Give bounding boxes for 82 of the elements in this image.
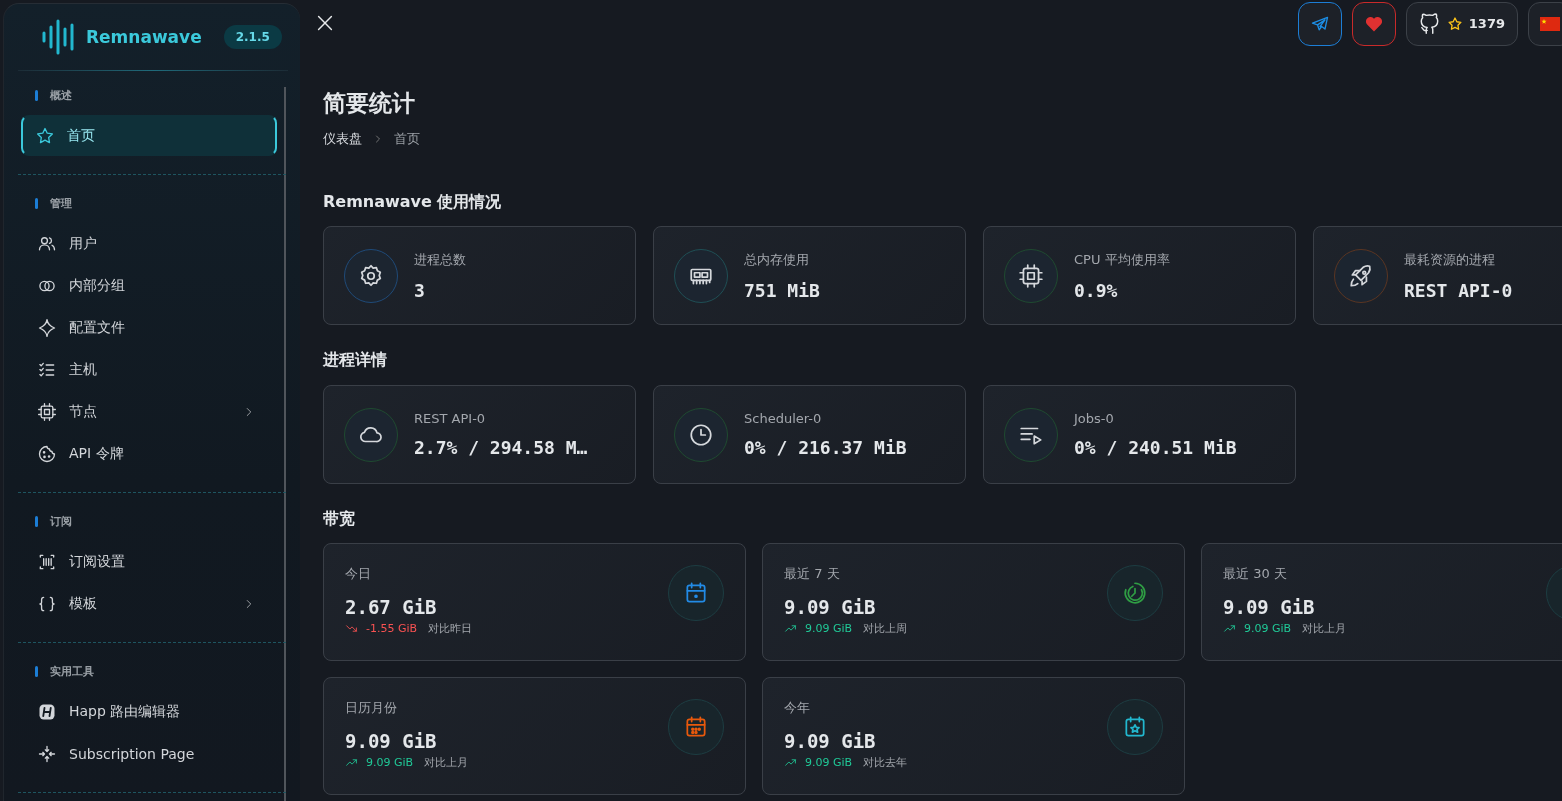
calendar-icon (683, 714, 709, 740)
stat-value: 0.9% (1074, 279, 1119, 301)
stat-value: 751 MiB (744, 279, 820, 301)
stat-label: 进程总数 (414, 250, 466, 269)
change-value: -1.55 GiB (366, 622, 418, 635)
comparison-label: 对比上月 (424, 755, 469, 770)
stat-value: REST API-0 (1404, 279, 1513, 301)
star-icon (1446, 15, 1463, 32)
stat-value: 3 (414, 279, 426, 301)
stat-label: 总内存使用 (744, 250, 810, 269)
traffic-value: 9.09 GiB (784, 596, 877, 618)
nav-item[interactable]: Subscription Page (18, 733, 274, 774)
section-heading: 订阅 (50, 513, 72, 529)
stat-label: Jobs-0 (1074, 411, 1115, 426)
nav-item[interactable]: 节点 (18, 391, 274, 432)
stat-label: 最耗资源的进程 (1404, 250, 1496, 269)
app-name: Remnawave (86, 27, 202, 47)
trend-up-icon (1223, 622, 1236, 635)
breadcrumb-current: 首页 (394, 130, 420, 148)
nav-item[interactable]: Happ 路由编辑器 (18, 691, 274, 732)
nav-item[interactable]: 内部分组 (18, 265, 274, 306)
period-label: 最近 7 天 (784, 565, 841, 583)
paper-plane-button[interactable] (1297, 1, 1342, 46)
stat-label: Scheduler-0 (744, 411, 823, 426)
clock-icon (688, 421, 714, 448)
traffic-value: 2.67 GiB (345, 596, 438, 618)
traffic-value: 9.09 GiB (1223, 596, 1316, 618)
section-heading: 管理 (50, 195, 72, 211)
arrows-icon (37, 743, 57, 764)
stat-value: 0% / 240.51 MiB (1074, 437, 1237, 458)
stat-value: 2.7% / 294.58 M… (414, 437, 588, 458)
traffic-value: 9.09 GiB (345, 730, 438, 752)
flag-icon (1540, 16, 1560, 31)
heart-button[interactable] (1351, 1, 1396, 46)
nav-item[interactable]: API 令牌 (18, 433, 274, 474)
version-badge: 2.1.5 (223, 25, 282, 49)
comparison-label: 对比昨日 (428, 621, 473, 636)
change-value: 9.09 GiB (1244, 622, 1292, 635)
chip-icon (1018, 262, 1044, 289)
period-label: 今日 (345, 565, 372, 583)
calendar-icon (683, 580, 709, 606)
section-heading: 实用工具 (50, 663, 94, 679)
comparison-label: 对比上周 (863, 621, 908, 636)
nav-item[interactable]: 模板 (18, 583, 274, 624)
comparison-label: 对比上月 (1302, 621, 1347, 636)
sound-wave-logo-icon (40, 19, 76, 55)
breadcrumb-link[interactable]: 仪表盘 (323, 130, 362, 148)
star-icon (35, 125, 55, 146)
gear-icon (358, 262, 384, 289)
period-label: 最近 30 天 (1223, 565, 1288, 583)
nav-item[interactable]: 首页 (21, 115, 277, 156)
nav-item[interactable]: 订阅设置 (18, 541, 274, 582)
sparkle-icon (37, 317, 57, 338)
section-title: 进程详情 (323, 349, 388, 371)
nav-item[interactable]: 配置文件 (18, 307, 274, 348)
chip-icon (37, 401, 57, 422)
change-value: 9.09 GiB (805, 756, 853, 769)
cookie-icon (37, 443, 57, 464)
change-value: 9.09 GiB (366, 756, 414, 769)
trend-up-icon (345, 756, 358, 769)
page-title: 简要统计 (323, 89, 416, 118)
period-label: 日历月份 (345, 699, 398, 717)
github-icon (1418, 12, 1441, 35)
trend-up-icon (784, 622, 797, 635)
period-label: 今年 (784, 699, 811, 717)
section-title: Remnawave 使用情况 (323, 191, 503, 213)
calendar-star-icon (1122, 714, 1148, 740)
trend-down-icon (345, 622, 358, 635)
language-button[interactable] (1528, 1, 1562, 46)
nav-item[interactable]: 用户 (18, 223, 274, 264)
trend-up-icon (784, 756, 797, 769)
github-stars-button[interactable]: 1379 (1405, 1, 1518, 46)
section-title: 带宽 (323, 508, 356, 530)
rocket-icon (1348, 262, 1374, 289)
stat-label: CPU 平均使用率 (1074, 250, 1170, 269)
stat-label: REST API-0 (414, 411, 487, 426)
nav-item[interactable]: 主机 (18, 349, 274, 390)
stat-value: 0% / 216.37 MiB (744, 437, 907, 458)
change-value: 9.09 GiB (805, 622, 853, 635)
comparison-label: 对比去年 (863, 755, 908, 770)
section-heading: 概述 (50, 87, 72, 103)
traffic-value: 9.09 GiB (784, 730, 877, 752)
